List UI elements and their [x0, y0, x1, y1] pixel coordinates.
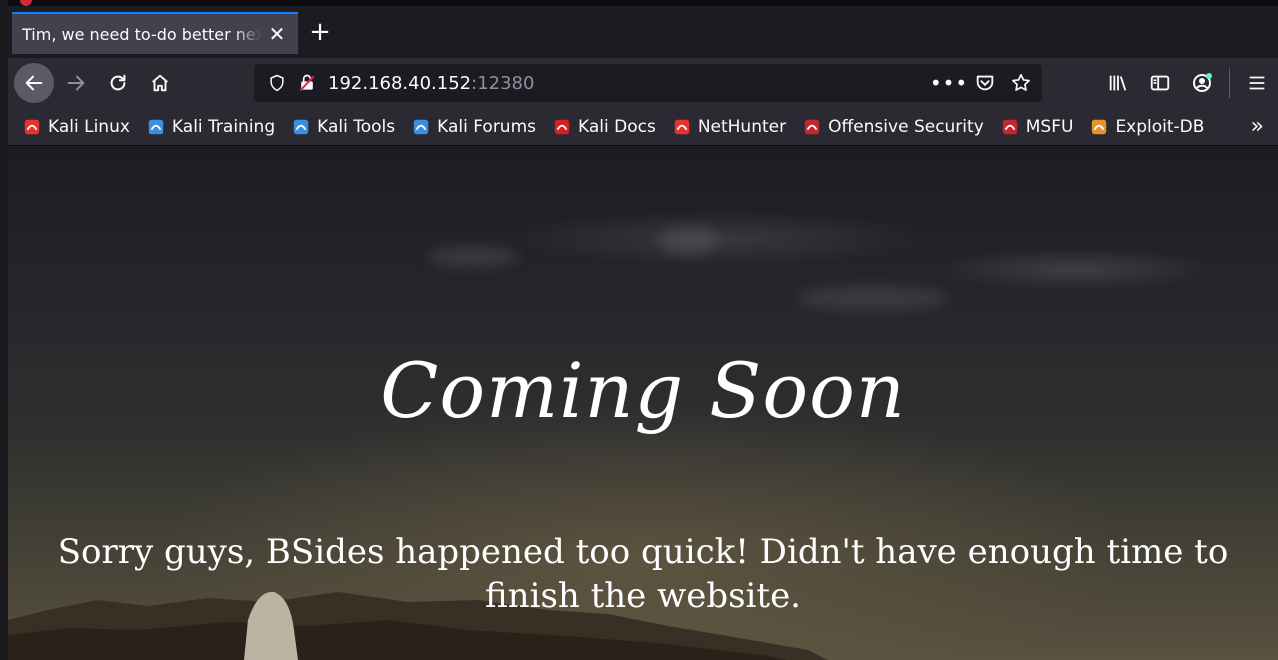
msfu-icon	[1000, 117, 1020, 137]
bookmark-item[interactable]: MSFU	[1000, 116, 1074, 137]
hamburger-menu-icon[interactable]	[1236, 63, 1278, 103]
bookmark-item[interactable]: Exploit-DB	[1089, 117, 1204, 137]
bookmark-label: Kali Tools	[317, 116, 396, 137]
bookmark-label: Exploit-DB	[1115, 116, 1205, 137]
exploitdb-icon	[1089, 117, 1109, 137]
bookmark-item[interactable]: Kali Forums	[411, 117, 536, 137]
shield-icon[interactable]	[262, 68, 292, 98]
bookmark-label: NetHunter	[697, 116, 787, 137]
bookmark-label: Kali Training	[171, 116, 276, 137]
tab-strip: Tim, we need to-do better next year for …	[8, 6, 1278, 58]
nethunter-icon	[672, 117, 692, 137]
home-icon[interactable]	[140, 63, 180, 103]
page-heading: Coming Soon	[380, 346, 906, 435]
browser-window: Tim, we need to-do better next year for …	[0, 0, 1278, 660]
bookmarks-toolbar: Kali Linux Kali Training Kali Tools Kali Fo…	[8, 108, 1278, 146]
bookmark-item[interactable]: Offensive Security	[802, 117, 984, 137]
page-message: Sorry guys, BSides happened too quick! D…	[57, 532, 1229, 616]
tab-active[interactable]: Tim, we need to-do better next year for …	[12, 12, 298, 54]
kali-forums-icon	[411, 117, 431, 137]
bookmark-label: Offensive Security	[828, 116, 984, 137]
tab-title: Tim, we need to-do better next year for …	[22, 24, 262, 44]
arrow-right-icon[interactable]	[56, 63, 96, 103]
web-page: Coming Soon Sorry guys, BSides happened …	[8, 146, 1278, 660]
url-bar[interactable]: 192.168.40.152:12380 •••	[254, 64, 1042, 102]
bookmark-label: MSFU	[1025, 116, 1074, 137]
plus-icon[interactable]: +	[298, 10, 342, 54]
bookmark-label: Kali Linux	[48, 116, 130, 137]
kali-icon	[22, 117, 42, 137]
bookmark-label: Kali Forums	[437, 116, 536, 137]
url-port: :12380	[471, 72, 535, 94]
bookmark-item[interactable]: Kali Linux	[22, 117, 130, 137]
arrow-left-icon[interactable]	[14, 63, 54, 103]
bookmark-label: Kali Docs	[578, 116, 656, 137]
background-cloud	[658, 226, 718, 256]
star-icon[interactable]	[1006, 68, 1036, 98]
bookmark-item[interactable]: Kali Tools	[291, 117, 395, 137]
kali-training-icon	[146, 117, 166, 137]
insecure-lock-icon[interactable]	[292, 68, 322, 98]
account-icon[interactable]	[1181, 63, 1223, 103]
pocket-icon[interactable]	[970, 68, 1000, 98]
bookmark-item[interactable]: Kali Docs	[552, 117, 656, 137]
background-cloud	[798, 286, 948, 310]
url-host: 192.168.40.152	[328, 72, 472, 94]
bookmark-item[interactable]: NetHunter	[672, 117, 786, 137]
ellipsis-icon[interactable]: •••	[930, 68, 967, 98]
kali-tools-icon	[291, 117, 311, 137]
offsec-icon	[802, 117, 822, 137]
bookmark-item[interactable]: Kali Training	[146, 117, 275, 137]
url-text: 192.168.40.152:12380	[328, 73, 534, 94]
reload-icon[interactable]	[98, 63, 138, 103]
background-cloud	[428, 246, 518, 268]
library-icon[interactable]	[1097, 63, 1139, 103]
kali-docs-icon	[552, 117, 572, 137]
close-icon[interactable]: ✕	[266, 22, 288, 46]
navigation-toolbar: 192.168.40.152:12380 •••	[8, 58, 1278, 108]
chevron-double-right-icon[interactable]: »	[1251, 114, 1264, 139]
toolbar-separator	[1229, 68, 1230, 98]
sidebar-icon[interactable]	[1139, 63, 1181, 103]
